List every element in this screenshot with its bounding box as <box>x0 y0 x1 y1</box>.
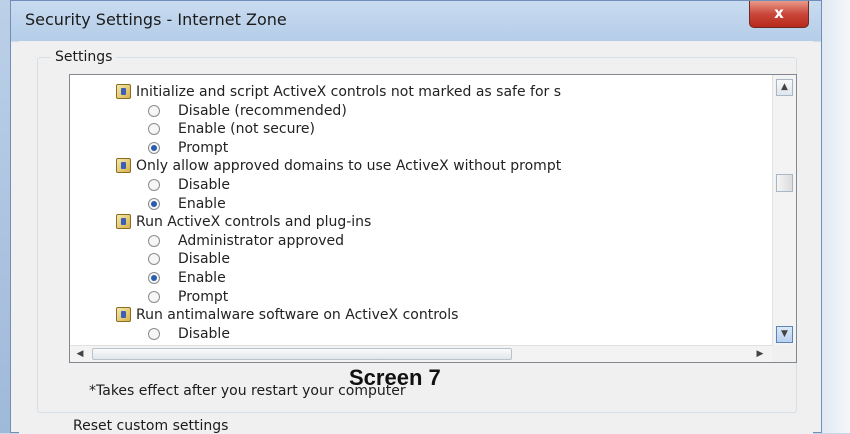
radio-unchecked-icon[interactable] <box>148 327 160 340</box>
scroll-up-icon: ▲ <box>781 82 788 92</box>
setting-label: Enable <box>178 270 226 286</box>
activex-setting-icon <box>116 84 131 99</box>
setting-option-radio[interactable]: Disable <box>148 250 230 268</box>
title-bar[interactable]: Security Settings - Internet Zone x <box>11 1 821 41</box>
radio-unchecked-icon[interactable] <box>148 234 160 247</box>
setting-option-radio[interactable]: Enable <box>148 195 226 213</box>
setting-label: Disable <box>178 325 230 342</box>
setting-label: Run antimalware software on ActiveX cont… <box>136 307 459 324</box>
setting-label: Enable (not secure) <box>178 121 315 138</box>
setting-option-radio[interactable]: Enable (not secure) <box>148 120 315 138</box>
horizontal-scroll-thumb[interactable] <box>92 348 512 360</box>
setting-label: Disable <box>178 177 230 193</box>
settings-list[interactable]: Initialize and script ActiveX controls n… <box>69 74 797 363</box>
setting-label: Initialize and script ActiveX controls n… <box>136 84 562 100</box>
scroll-down-button[interactable]: ▼ <box>776 326 793 343</box>
setting-option-radio[interactable]: Disable <box>148 176 230 194</box>
dialog-client-area: Settings Initialize and script ActiveX c… <box>19 41 813 434</box>
setting-option-radio[interactable]: Prompt <box>148 288 229 306</box>
setting-label: Disable (recommended) <box>178 102 347 119</box>
scroll-right-icon: ▶ <box>756 349 764 359</box>
screen-label-overlay: Screen 7 <box>349 365 441 390</box>
setting-option-radio[interactable]: Administrator approved <box>148 232 345 250</box>
vertical-scroll-thumb[interactable] <box>776 174 793 192</box>
radio-unchecked-icon[interactable] <box>148 179 160 191</box>
setting-label: Only allow approved domains to use Activ… <box>136 158 562 175</box>
setting-label: Disable <box>178 251 230 268</box>
security-settings-dialog: Security Settings - Internet Zone x Sett… <box>10 0 822 434</box>
radio-checked-icon[interactable] <box>148 272 160 284</box>
reset-group-label: Reset custom settings <box>73 418 229 434</box>
radio-unchecked-icon[interactable] <box>148 253 160 266</box>
background-window-edge-right <box>820 0 850 433</box>
setting-header[interactable]: Initialize and script ActiveX controls n… <box>116 83 562 101</box>
setting-header[interactable]: Only allow approved domains to use Activ… <box>116 157 562 175</box>
setting-label: Prompt <box>178 139 229 156</box>
scroll-left-icon: ◀ <box>76 349 84 359</box>
close-icon: x <box>774 4 784 22</box>
setting-label: Administrator approved <box>178 232 345 249</box>
setting-header[interactable]: Run ActiveX controls and plug-ins <box>116 213 372 231</box>
window-title: Security Settings - Internet Zone <box>25 10 287 29</box>
scrollbar-corner <box>772 345 796 362</box>
radio-checked-icon[interactable] <box>148 141 160 154</box>
setting-header[interactable]: Run antimalware software on ActiveX cont… <box>116 306 459 324</box>
setting-label: Enable <box>178 195 226 212</box>
horizontal-scrollbar[interactable]: ◀ ▶ <box>70 345 772 362</box>
scroll-up-button[interactable]: ▲ <box>776 79 793 96</box>
radio-unchecked-icon[interactable] <box>148 123 160 136</box>
radio-unchecked-icon[interactable] <box>148 290 160 303</box>
activex-setting-icon <box>116 214 131 230</box>
setting-option-radio[interactable]: Prompt <box>148 139 229 157</box>
setting-option-radio[interactable]: Enable <box>148 269 226 287</box>
activex-setting-icon <box>116 158 131 174</box>
settings-list-content: Initialize and script ActiveX controls n… <box>70 75 772 345</box>
activex-setting-icon <box>116 307 131 323</box>
settings-group-label: Settings <box>51 49 117 65</box>
radio-unchecked-icon[interactable] <box>148 104 160 117</box>
radio-checked-icon[interactable] <box>148 197 160 210</box>
setting-option-radio[interactable]: Disable <box>148 325 230 343</box>
vertical-scrollbar[interactable]: ▲ ▼ <box>772 75 796 345</box>
setting-label: Run ActiveX controls and plug-ins <box>136 214 372 231</box>
setting-label: Prompt <box>178 288 229 305</box>
scroll-left-button[interactable]: ◀ <box>72 347 88 361</box>
scroll-right-button[interactable]: ▶ <box>752 347 768 361</box>
setting-option-radio[interactable]: Disable (recommended) <box>148 102 347 120</box>
scroll-down-icon: ▼ <box>781 329 788 339</box>
close-button[interactable]: x <box>749 1 809 28</box>
